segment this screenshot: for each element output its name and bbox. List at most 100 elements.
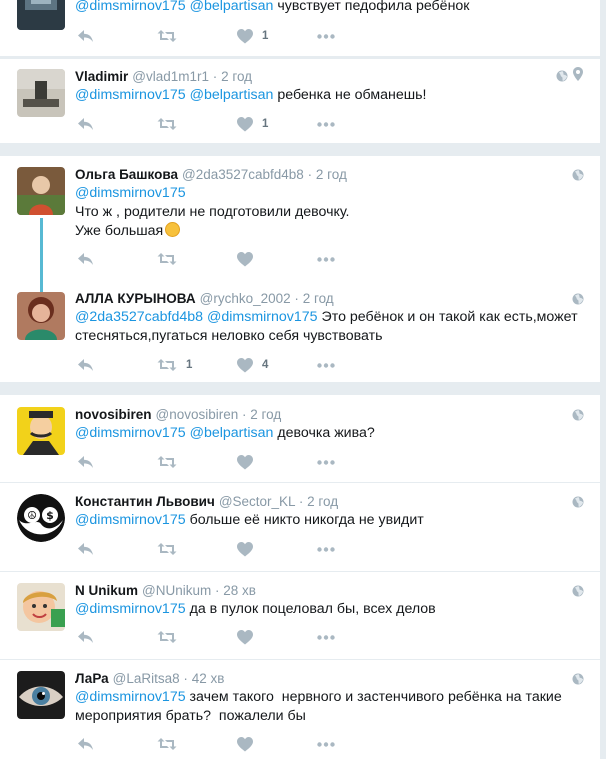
mention-link[interactable]: @dimsmirnov175: [207, 309, 318, 325]
like-button[interactable]: [237, 627, 253, 647]
like-button[interactable]: [237, 539, 253, 559]
tweet-header: Vladimir @vlad1m1r1 · 2 год: [75, 68, 252, 86]
avatar-image: [17, 407, 65, 455]
mention-link[interactable]: @dimsmirnov175: [75, 425, 186, 441]
tweet-body-line: мероприятия брать? пожалели бы: [75, 708, 306, 724]
reply-icon: [78, 456, 93, 468]
avatar[interactable]: [17, 407, 65, 455]
mention-link[interactable]: @dimsmirnov175: [75, 689, 186, 705]
mention-link[interactable]: @belpartisan: [190, 0, 274, 14]
timestamp[interactable]: 2 год: [303, 291, 334, 306]
tweet-header: Константин Львович @Sector_KL · 2 год: [75, 493, 338, 511]
tweet-text: @dimsmirnov175 зачем такого нервного и з…: [75, 688, 580, 726]
username[interactable]: @vlad1m1r1: [132, 69, 209, 84]
tweet-actions: 1 4: [75, 355, 375, 375]
tweet-4[interactable]: novosibiren @novosibiren · 2 год @dimsmir…: [0, 395, 600, 477]
timestamp[interactable]: 2 год: [316, 167, 347, 182]
mention-link[interactable]: @dimsmirnov175: [75, 185, 186, 201]
tweet-header: Ольга Башкова @2da3527cabfd4b8 · 2 год: [75, 166, 347, 184]
username[interactable]: @LaRitsa8: [113, 671, 180, 686]
retweet-button[interactable]: [157, 539, 177, 559]
display-name[interactable]: novosibiren: [75, 407, 152, 422]
globe-icon: [572, 585, 584, 597]
heart-icon: [237, 629, 253, 644]
more-icon: [317, 362, 335, 368]
mention-link[interactable]: @dimsmirnov175: [75, 512, 186, 528]
heart-icon: [237, 28, 253, 43]
avatar[interactable]: [17, 583, 65, 631]
timestamp[interactable]: 2 год: [307, 494, 338, 509]
more-button[interactable]: [317, 355, 335, 375]
timestamp[interactable]: 2 год: [221, 69, 252, 84]
mention-link[interactable]: @dimsmirnov175: [75, 601, 186, 617]
username[interactable]: @novosibiren: [156, 407, 239, 422]
avatar[interactable]: [17, 69, 65, 117]
avatar[interactable]: [17, 292, 65, 340]
username[interactable]: @rychko_2002: [200, 291, 291, 306]
tweet-text: @dimsmirnov175 @belpartisan ребенка не о…: [75, 86, 580, 105]
mention-link[interactable]: @dimsmirnov175: [75, 87, 186, 103]
retweet-button[interactable]: 1: [157, 355, 192, 375]
timestamp[interactable]: 42 хв: [192, 671, 225, 686]
retweet-button[interactable]: [157, 452, 177, 472]
more-button[interactable]: [317, 249, 335, 269]
globe-icon: [556, 70, 568, 82]
like-count: 4: [262, 359, 269, 371]
like-button[interactable]: [237, 452, 253, 472]
retweet-button[interactable]: [157, 734, 177, 754]
thread-line: [40, 218, 43, 292]
reply-button[interactable]: [77, 627, 94, 647]
reply-button[interactable]: [77, 539, 94, 559]
tweet-7[interactable]: ЛаРа @LaRitsa8 · 42 хв @dimsmirnov175 зач…: [0, 660, 600, 759]
like-button[interactable]: [237, 249, 253, 269]
like-button[interactable]: 1: [237, 26, 268, 46]
more-button[interactable]: [317, 539, 335, 559]
like-button[interactable]: 1: [237, 114, 268, 134]
retweet-button[interactable]: [157, 249, 177, 269]
avatar[interactable]: [17, 0, 65, 30]
display-name[interactable]: АЛЛА КУРЫНОВА: [75, 291, 196, 306]
retweet-icon: [157, 456, 177, 468]
like-button[interactable]: 4: [237, 355, 268, 375]
reply-button[interactable]: [77, 355, 94, 375]
username[interactable]: @NUnikum: [142, 583, 211, 598]
reply-button[interactable]: [77, 26, 94, 46]
mention-link[interactable]: @dimsmirnov175: [75, 0, 186, 14]
username[interactable]: @Sector_KL: [219, 494, 295, 509]
display-name[interactable]: ЛаРа: [75, 671, 109, 686]
more-button[interactable]: [317, 452, 335, 472]
retweet-count: 1: [186, 359, 193, 371]
heart-icon: [237, 454, 253, 469]
tweet-actions: [75, 539, 375, 559]
more-button[interactable]: [317, 734, 335, 754]
reply-button[interactable]: [77, 734, 94, 754]
display-name[interactable]: Ольга Башкова: [75, 167, 178, 182]
avatar[interactable]: [17, 671, 65, 719]
mention-link[interactable]: @2da3527cabfd4b8: [75, 309, 203, 325]
retweet-button[interactable]: [157, 627, 177, 647]
mention-link[interactable]: @belpartisan: [190, 87, 274, 103]
more-button[interactable]: [317, 26, 335, 46]
display-name[interactable]: Константин Львович: [75, 494, 215, 509]
display-name[interactable]: Vladimir: [75, 69, 128, 84]
tweet-body-line: стесняться,пугаться неловко себя чувство…: [75, 328, 383, 344]
more-button[interactable]: [317, 627, 335, 647]
reply-button[interactable]: [77, 114, 94, 134]
username[interactable]: @2da3527cabfd4b8: [182, 167, 304, 182]
avatar[interactable]: ☮ $: [17, 494, 65, 542]
retweet-icon: [157, 118, 177, 130]
display-name[interactable]: N Unikum: [75, 583, 138, 598]
timestamp[interactable]: 28 хв: [223, 583, 256, 598]
like-button[interactable]: [237, 734, 253, 754]
more-button[interactable]: [317, 114, 335, 134]
tweet-5[interactable]: ☮ $ Константин Львович @Sector_KL · 2 год…: [0, 483, 600, 571]
reply-button[interactable]: [77, 452, 94, 472]
avatar[interactable]: [17, 167, 65, 215]
timestamp[interactable]: 2 год: [250, 407, 281, 422]
mention-link[interactable]: @belpartisan: [190, 425, 274, 441]
reply-button[interactable]: [77, 249, 94, 269]
retweet-button[interactable]: [157, 26, 177, 46]
retweet-button[interactable]: [157, 114, 177, 134]
tweet-6[interactable]: N Unikum @NUnikum · 28 хв @dimsmirnov175 …: [0, 572, 600, 659]
location-pin-icon[interactable]: [573, 67, 583, 81]
